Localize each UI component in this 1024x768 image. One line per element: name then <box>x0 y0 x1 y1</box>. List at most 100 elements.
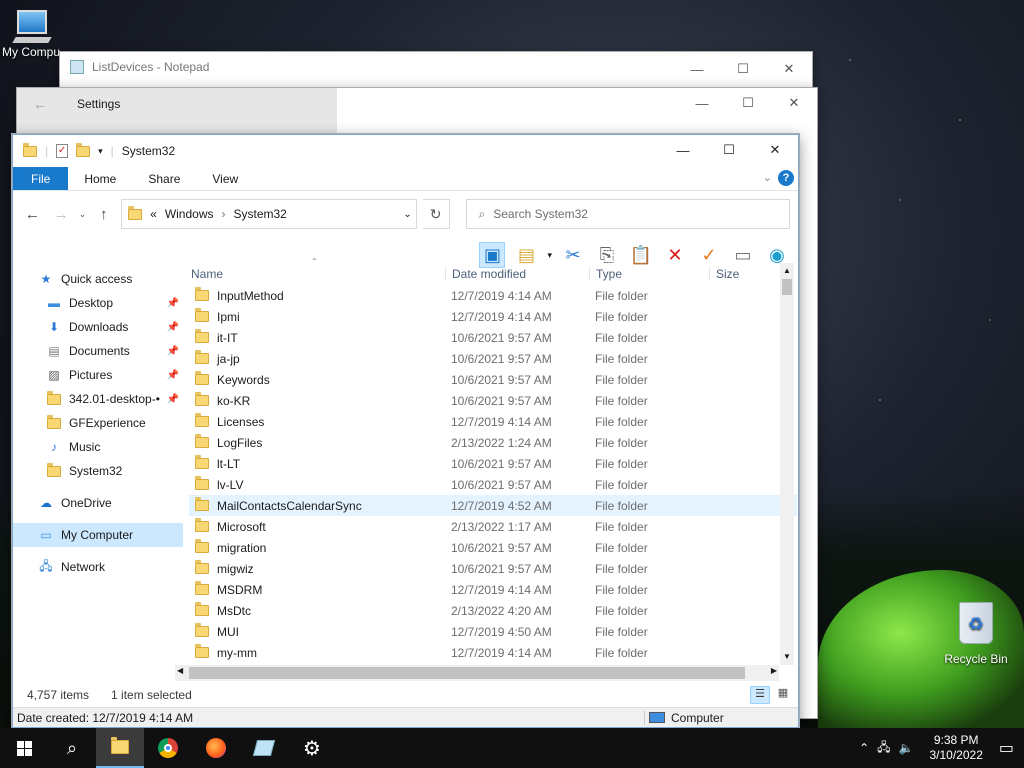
nav-item[interactable]: ▬ Desktop 📌 <box>13 291 183 315</box>
tab-home[interactable]: Home <box>68 167 132 190</box>
scroll-down-arrow-icon[interactable]: ▼ <box>780 649 794 665</box>
nav-item[interactable]: ▭ My Computer <box>13 523 183 547</box>
notepad-window[interactable]: ListDevices - Notepad — ☐ ✕ <box>60 52 812 92</box>
table-row[interactable]: LogFiles 2/13/2022 1:24 AM File folder <box>189 432 797 453</box>
table-row[interactable]: MsDtc 2/13/2022 4:20 AM File folder <box>189 600 797 621</box>
vertical-scroll-thumb[interactable] <box>782 279 792 295</box>
horizontal-scroll-thumb[interactable] <box>189 667 745 679</box>
close-button[interactable]: ✕ <box>771 88 817 118</box>
recycle-bin-icon: ♻ <box>959 602 993 644</box>
nav-item[interactable]: ★ Quick access <box>13 267 183 291</box>
table-row[interactable]: lv-LV 10/6/2021 9:57 AM File folder <box>189 474 797 495</box>
clock[interactable]: 9:38 PM 3/10/2022 <box>929 733 982 763</box>
maximize-button[interactable]: ☐ <box>720 54 766 84</box>
table-row[interactable]: MSDRM 12/7/2019 4:14 AM File folder <box>189 579 797 600</box>
nav-item[interactable]: 🖧 Network <box>13 555 183 579</box>
expand-ribbon-icon[interactable]: ⌄ <box>763 171 772 184</box>
new-item-dropdown-icon[interactable]: ▾ <box>547 250 552 261</box>
taskbar-settings[interactable]: ⚙ <box>288 728 336 768</box>
new-folder-icon[interactable] <box>76 142 91 157</box>
column-header-size[interactable]: Size <box>709 267 779 281</box>
tab-view[interactable]: View <box>196 167 254 190</box>
table-row[interactable]: MUI 12/7/2019 4:50 AM File folder <box>189 621 797 642</box>
table-row[interactable]: Ipmi 12/7/2019 4:14 AM File folder <box>189 306 797 327</box>
pin-icon[interactable]: 📌 <box>167 346 179 357</box>
scroll-right-arrow-icon[interactable]: ▶ <box>771 666 777 675</box>
show-hidden-icons-icon[interactable]: ⌃ <box>859 741 869 755</box>
table-row[interactable]: lt-LT 10/6/2021 9:57 AM File folder <box>189 453 797 474</box>
volume-icon[interactable]: 🔈 <box>899 741 914 755</box>
tab-share[interactable]: Share <box>132 167 196 190</box>
taskbar-notepad[interactable] <box>240 728 288 768</box>
help-icon[interactable]: ? <box>778 170 794 186</box>
nav-item[interactable]: 342.01-desktop-• 📌 <box>13 387 183 411</box>
nav-item[interactable]: ☁ OneDrive <box>13 491 183 515</box>
breadcrumb-overflow-icon[interactable]: « <box>150 207 157 221</box>
nav-item[interactable]: ♪ Music <box>13 435 183 459</box>
table-row[interactable]: migwiz 10/6/2021 9:57 AM File folder <box>189 558 797 579</box>
minimize-button[interactable]: — <box>660 135 706 165</box>
column-header-date-modified[interactable]: Date modified <box>445 267 589 281</box>
column-header-name[interactable]: Name <box>189 267 445 281</box>
details-view-button[interactable]: ☰ <box>750 686 770 704</box>
file-explorer-window[interactable]: | ✓ ▾ | System32 — ☐ ✕ File Home Share V… <box>12 134 799 728</box>
date-modified: 12/7/2019 4:14 AM <box>451 288 552 303</box>
network-icon[interactable]: 🖧 <box>877 738 890 759</box>
minimize-button[interactable]: — <box>679 88 725 118</box>
close-button[interactable]: ✕ <box>752 135 798 165</box>
pin-icon[interactable]: 📌 <box>167 322 179 333</box>
minimize-button[interactable]: — <box>674 54 720 84</box>
close-button[interactable]: ✕ <box>766 54 812 84</box>
pin-icon[interactable]: 📌 <box>167 370 179 381</box>
quick-access-dropdown-icon[interactable]: ▾ <box>98 146 103 157</box>
nav-item-label: My Computer <box>61 528 134 542</box>
recent-locations-dropdown[interactable]: ⌄ <box>79 209 87 220</box>
refresh-button[interactable]: ↻ <box>422 199 450 229</box>
tab-file[interactable]: File <box>13 167 69 190</box>
nav-item[interactable]: System32 <box>13 459 183 483</box>
back-arrow-icon[interactable]: ← <box>33 96 47 112</box>
forward-button[interactable]: → <box>50 206 73 223</box>
table-row[interactable]: MailContactsCalendarSync 12/7/2019 4:52 A… <box>189 495 797 516</box>
back-button[interactable]: ← <box>21 206 44 223</box>
table-row[interactable]: migration 10/6/2021 9:57 AM File folder <box>189 537 797 558</box>
table-row[interactable]: it-IT 10/6/2021 9:57 AM File folder <box>189 327 797 348</box>
address-bar[interactable]: « Windows › System32 ⌄ <box>121 199 417 229</box>
nav-item[interactable]: ▤ Documents 📌 <box>13 339 183 363</box>
breadcrumb-system32[interactable]: System32 <box>234 207 287 221</box>
table-row[interactable]: ko-KR 10/6/2021 9:57 AM File folder <box>189 390 797 411</box>
vertical-scrollbar[interactable]: ▲ ▼ <box>780 263 794 665</box>
breadcrumb-separator-icon[interactable]: › <box>222 207 226 221</box>
taskbar-file-explorer[interactable] <box>96 728 144 768</box>
search-input[interactable]: ⌕ Search System32 <box>465 199 791 229</box>
scroll-left-arrow-icon[interactable]: ◀ <box>177 666 183 675</box>
maximize-button[interactable]: ☐ <box>725 88 771 118</box>
table-row[interactable]: ja-jp 10/6/2021 9:57 AM File folder <box>189 348 797 369</box>
properties-icon[interactable]: ✓ <box>56 144 69 158</box>
maximize-button[interactable]: ☐ <box>706 135 752 165</box>
table-row[interactable]: Keywords 10/6/2021 9:57 AM File folder <box>189 369 797 390</box>
taskbar-firefox[interactable] <box>192 728 240 768</box>
large-icons-view-button[interactable]: ▦ <box>774 686 792 704</box>
notifications-icon[interactable]: ▭ <box>999 738 1014 758</box>
table-row[interactable]: Microsoft 2/13/2022 1:17 AM File folder <box>189 516 797 537</box>
desktop-icon-my-computer[interactable]: My Compu <box>0 10 64 59</box>
nav-item[interactable]: ⬇ Downloads 📌 <box>13 315 183 339</box>
breadcrumb-windows[interactable]: Windows <box>165 207 214 221</box>
start-button[interactable] <box>0 728 48 768</box>
search-button[interactable]: ⌕ <box>48 728 96 768</box>
horizontal-scrollbar[interactable]: ◀ ▶ <box>175 665 779 681</box>
table-row[interactable]: InputMethod 12/7/2019 4:14 AM File folder <box>189 285 797 306</box>
pin-icon[interactable]: 📌 <box>167 394 179 405</box>
taskbar-chrome[interactable] <box>144 728 192 768</box>
column-header-type[interactable]: Type <box>589 267 709 281</box>
address-dropdown-icon[interactable]: ⌄ <box>403 209 411 220</box>
table-row[interactable]: Licenses 12/7/2019 4:14 AM File folder <box>189 411 797 432</box>
nav-item[interactable]: GFExperience <box>13 411 183 435</box>
table-row[interactable]: my-mm 12/7/2019 4:14 AM File folder <box>189 642 797 663</box>
desktop-icon-recycle-bin[interactable]: ♻ Recycle Bin <box>936 602 1016 666</box>
scroll-up-arrow-icon[interactable]: ▲ <box>780 263 794 279</box>
nav-item[interactable]: ▨ Pictures 📌 <box>13 363 183 387</box>
up-button[interactable]: ↑ <box>92 206 115 223</box>
pin-icon[interactable]: 📌 <box>167 298 179 309</box>
